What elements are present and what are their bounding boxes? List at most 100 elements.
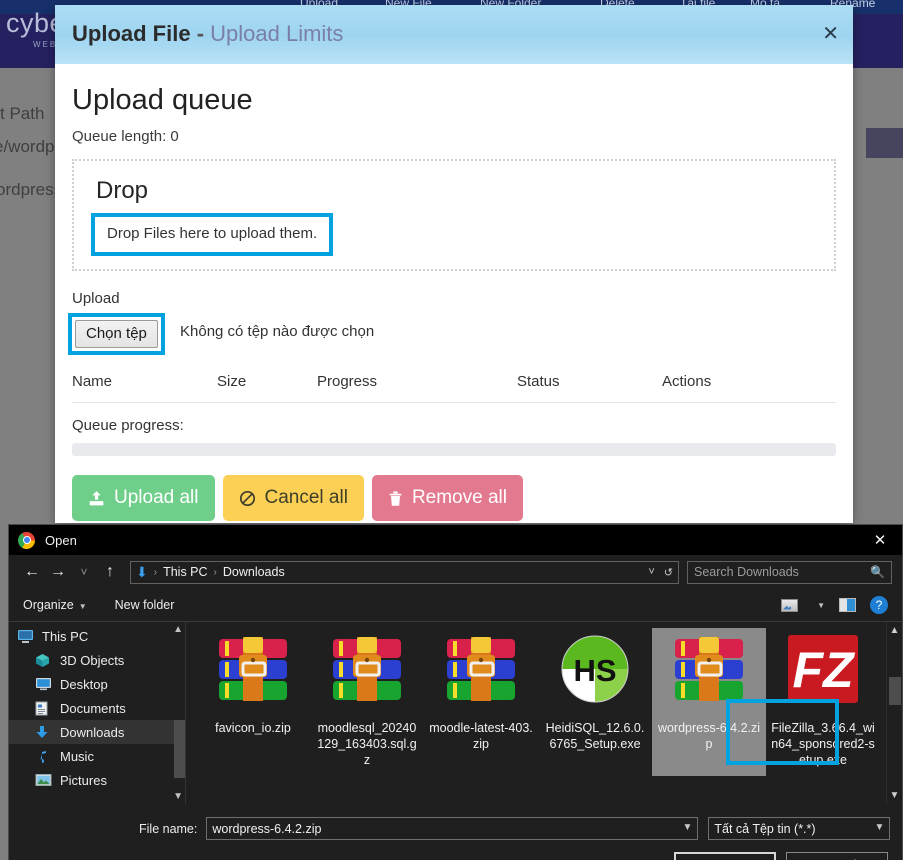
- sidebar-item-music[interactable]: Music: [9, 744, 185, 768]
- file-type-filter[interactable]: Tất cả Tệp tin (*.*): [708, 817, 890, 840]
- dialog-toolbar: Organize▼ New folder ▼ ?: [9, 589, 902, 622]
- trash-icon: [388, 490, 403, 507]
- file-list-scrollbar[interactable]: ▲ ▼: [886, 622, 902, 804]
- file-item[interactable]: favicon_io.zip: [196, 628, 310, 776]
- sidebar-item-desktop[interactable]: Desktop: [9, 672, 185, 696]
- column-header-progress: Progress: [317, 373, 517, 403]
- breadcrumb-segment-downloads[interactable]: Downloads: [223, 565, 285, 579]
- organize-button[interactable]: Organize▼: [23, 598, 87, 612]
- cancel-button[interactable]: Cancel: [786, 852, 888, 860]
- documents-icon: [35, 701, 52, 716]
- file-list: favicon_io.zip: [186, 622, 902, 804]
- choose-file-button[interactable]: Chọn tệp: [75, 320, 158, 348]
- up-icon[interactable]: ↑: [97, 559, 123, 585]
- dialog-close-icon[interactable]: ✕: [858, 525, 902, 555]
- drop-heading: Drop: [96, 177, 148, 205]
- file-item[interactable]: FZ FileZilla_3.66.4_win64_sponsored2-set…: [766, 628, 880, 776]
- heidisql-icon: HS: [555, 633, 635, 713]
- pictures-icon: [35, 773, 52, 788]
- sidebar-scroll-up-icon[interactable]: ▲: [173, 624, 183, 635]
- modal-title: Upload File - Upload Limits: [72, 21, 343, 47]
- file-name: HeidiSQL_12.6.0.6765_Setup.exe: [543, 720, 647, 752]
- drop-zone[interactable]: Drop Drop Files here to upload them.: [72, 159, 836, 271]
- file-name: wordpress-6.4.2.zip: [657, 720, 761, 752]
- search-input[interactable]: Search Downloads 🔍: [687, 561, 892, 584]
- sidebar-scrollbar[interactable]: [174, 636, 185, 786]
- breadcrumb[interactable]: ⬇ › This PC › Downloads ˅ ↺: [130, 561, 679, 584]
- file-item[interactable]: HS HeidiSQL_12.6.0.6765_Setup.exe: [538, 628, 652, 776]
- breadcrumb-chevron-icon-2: ›: [214, 567, 217, 578]
- dialog-buttons: Open Cancel: [9, 852, 902, 860]
- breadcrumb-segment-this-pc[interactable]: This PC: [163, 565, 207, 579]
- sidebar-item-this-pc[interactable]: This PC: [9, 624, 185, 648]
- file-scroll-up-icon[interactable]: ▲: [887, 625, 902, 636]
- view-mode-chevron-down-icon[interactable]: ▼: [817, 601, 825, 610]
- upload-all-button[interactable]: Upload all: [72, 475, 215, 521]
- help-icon[interactable]: ?: [870, 596, 888, 614]
- open-button[interactable]: Open: [674, 852, 776, 860]
- file-name-label: File name:: [139, 822, 197, 836]
- column-header-name: Name: [72, 373, 217, 403]
- sidebar-scroll-thumb[interactable]: [174, 720, 185, 778]
- no-file-selected-text: Không có tệp nào được chọn: [180, 323, 374, 340]
- search-placeholder: Search Downloads: [694, 565, 799, 579]
- dialog-title: Open: [45, 533, 77, 548]
- sidebar-label-this-pc: This PC: [42, 629, 88, 644]
- modal-title-main: Upload File: [72, 21, 191, 46]
- sidebar-label-desktop: Desktop: [60, 677, 108, 692]
- remove-all-button[interactable]: Remove all: [372, 475, 523, 521]
- modal-title-subtitle: Upload Limits: [210, 21, 343, 46]
- upload-all-label: Upload all: [114, 487, 199, 509]
- preview-pane-icon[interactable]: [839, 598, 856, 612]
- file-item-selected[interactable]: wordpress-6.4.2.zip: [652, 628, 766, 776]
- file-scroll-down-icon[interactable]: ▼: [887, 790, 902, 801]
- filter-chevron-down-icon[interactable]: ▼: [874, 822, 884, 833]
- queue-progress-label: Queue progress:: [72, 417, 836, 434]
- modal-header: Upload File - Upload Limits ✕: [55, 5, 853, 64]
- dialog-main: This PC 3D Objects Desktop: [9, 622, 902, 804]
- this-pc-icon: [17, 629, 34, 644]
- svg-text:FZ: FZ: [792, 642, 856, 698]
- dialog-footer: File name: ▼ Tất cả Tệp tin (*.*) ▼ Open…: [9, 804, 902, 860]
- file-name: moodlesql_20240129_163403.sql.gz: [315, 720, 419, 768]
- svg-text:HS: HS: [573, 653, 616, 688]
- queue-progress-bar: [72, 443, 836, 456]
- bg-fragment-2: ordpress: [0, 180, 62, 200]
- sidebar-label-3d-objects: 3D Objects: [60, 653, 124, 668]
- view-mode-icon[interactable]: [781, 599, 798, 612]
- drop-hint-highlight[interactable]: Drop Files here to upload them.: [91, 213, 333, 256]
- dialog-title-bar: Open ✕: [9, 525, 902, 555]
- chrome-icon: [18, 532, 35, 549]
- close-icon[interactable]: ✕: [822, 24, 839, 44]
- sidebar-label-music: Music: [60, 749, 94, 764]
- sidebar-item-downloads[interactable]: Downloads: [9, 720, 185, 744]
- table-header-row: Name Size Progress Status Actions: [72, 373, 836, 403]
- file-name-input[interactable]: [206, 817, 698, 840]
- file-item[interactable]: moodle-latest-403.zip: [424, 628, 538, 776]
- refresh-icon[interactable]: ↺: [664, 566, 673, 579]
- file-scroll-thumb[interactable]: [889, 677, 901, 705]
- bg-button: [866, 128, 903, 158]
- new-folder-button[interactable]: New folder: [115, 598, 175, 612]
- back-icon[interactable]: ←: [19, 559, 45, 585]
- forward-icon[interactable]: →: [45, 559, 71, 585]
- file-name-chevron-down-icon[interactable]: ▼: [682, 822, 692, 833]
- cancel-all-button[interactable]: Cancel all: [223, 475, 364, 521]
- music-icon: [35, 749, 52, 764]
- sidebar-scroll-down-icon[interactable]: ▼: [173, 791, 183, 802]
- downloads-folder-icon: ⬇: [136, 564, 148, 581]
- file-item[interactable]: moodlesql_20240129_163403.sql.gz: [310, 628, 424, 776]
- sidebar-item-pictures[interactable]: Pictures: [9, 768, 185, 792]
- modal-body: Upload queue Queue length: 0 Drop Drop F…: [55, 84, 853, 521]
- recent-locations-icon[interactable]: ˅: [71, 559, 97, 585]
- breadcrumb-dropdown-icon[interactable]: ˅: [648, 566, 654, 579]
- winrar-archive-icon: [441, 633, 521, 713]
- 3d-objects-icon: [35, 653, 52, 668]
- sidebar-item-documents[interactable]: Documents: [9, 696, 185, 720]
- bg-fragment-1: e/wordpr: [0, 137, 60, 157]
- dialog-nav-bar: ← → ˅ ↑ ⬇ › This PC › Downloads ˅ ↺ Sear…: [9, 555, 902, 589]
- sidebar-item-3d-objects[interactable]: 3D Objects: [9, 648, 185, 672]
- chevron-down-icon: ▼: [79, 602, 87, 611]
- upload-queue-table: Name Size Progress Status Actions: [72, 373, 836, 403]
- sidebar-label-documents: Documents: [60, 701, 126, 716]
